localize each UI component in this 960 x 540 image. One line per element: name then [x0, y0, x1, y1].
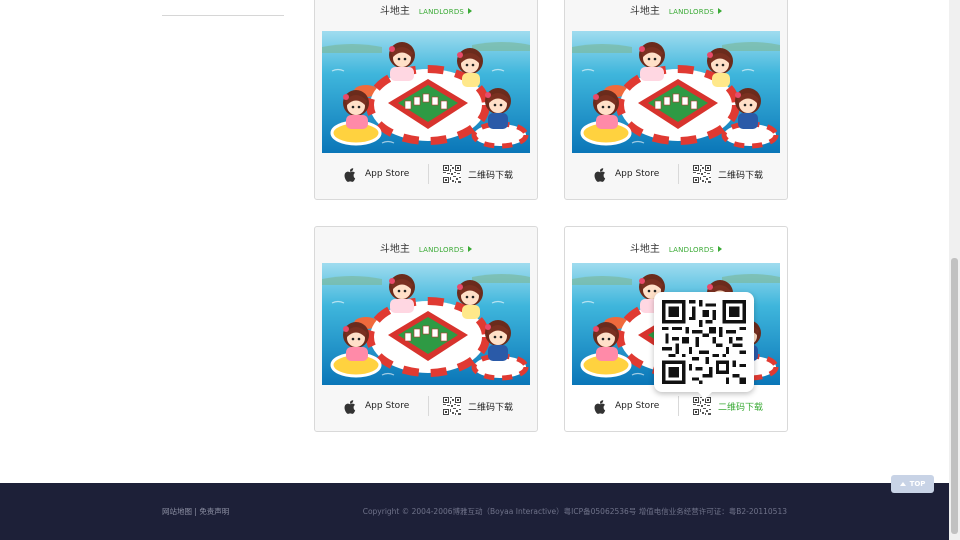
game-artwork-image	[322, 31, 530, 153]
game-card: 斗地主 LANDLORDS App Store 二维码下载	[314, 226, 538, 432]
page: 斗地主 LANDLORDS App Store 二维码下载 斗地主 LANDLORD…	[0, 0, 960, 540]
scrollbar-thumb[interactable]	[951, 258, 958, 534]
apple-icon	[344, 168, 356, 182]
qr-download-label: 二维码下载	[718, 402, 764, 413]
appstore-button[interactable]: App Store	[593, 395, 659, 417]
qr-download-button[interactable]: 二维码下载	[443, 163, 513, 185]
appstore-label: App Store	[365, 169, 410, 179]
appstore-label: App Store	[615, 401, 660, 411]
game-artwork[interactable]	[572, 31, 780, 153]
footer: 网站地图 | 免责声明 Copyright © 2004-2006博雅互动（Bo…	[0, 483, 949, 540]
appstore-button[interactable]: App Store	[593, 163, 659, 185]
arrow-right-icon	[468, 8, 473, 14]
sidebar-divider	[162, 15, 284, 16]
game-artwork-image	[322, 263, 530, 385]
divider	[428, 396, 429, 416]
apple-icon	[594, 168, 606, 182]
game-artwork-image	[572, 31, 780, 153]
appstore-button[interactable]: App Store	[343, 395, 409, 417]
game-artwork[interactable]	[322, 263, 530, 385]
qr-download-label: 二维码下载	[718, 170, 764, 181]
game-title-link[interactable]: 斗地主 LANDLORDS	[565, 2, 787, 17]
appstore-label: App Store	[365, 401, 410, 411]
footer-links: 网站地图 | 免责声明	[162, 506, 229, 517]
qr-download-button[interactable]: 二维码下载	[693, 163, 763, 185]
copyright-text: Copyright © 2004-2006博雅互动（Boyaa Interact…	[362, 507, 787, 516]
arrow-right-icon	[468, 246, 473, 252]
game-title-en: LANDLORDS	[668, 8, 715, 16]
qr-download-label: 二维码下载	[468, 402, 514, 413]
sitemap-link[interactable]: 网站地图	[162, 507, 192, 516]
game-card: 斗地主 LANDLORDS App Store 二维码下载	[564, 0, 788, 200]
game-title-link[interactable]: 斗地主 LANDLORDS	[315, 240, 537, 255]
vertical-scrollbar[interactable]	[949, 0, 960, 540]
footer-link-divider: |	[194, 507, 197, 516]
apple-icon	[594, 400, 606, 414]
appstore-label: App Store	[615, 169, 660, 179]
arrow-right-icon	[718, 246, 723, 252]
game-card: 斗地主 LANDLORDS App Store 二维码下载	[564, 226, 788, 432]
apple-icon	[344, 400, 356, 414]
game-artwork[interactable]	[322, 31, 530, 153]
qr-download-label: 二维码下载	[468, 170, 514, 181]
disclaimer-link[interactable]: 免责声明	[199, 507, 229, 516]
divider	[428, 164, 429, 184]
game-card: 斗地主 LANDLORDS App Store 二维码下载	[314, 0, 538, 200]
arrow-right-icon	[718, 8, 723, 14]
game-title: 斗地主	[379, 6, 410, 17]
qr-code-popup	[654, 292, 754, 399]
game-title: 斗地主	[629, 6, 660, 17]
qr-download-button[interactable]: 二维码下载	[443, 395, 513, 417]
game-title: 斗地主	[379, 244, 410, 255]
divider	[678, 396, 679, 416]
qr-code-icon	[443, 397, 461, 415]
game-title: 斗地主	[629, 244, 660, 255]
qr-code-icon	[693, 165, 711, 183]
game-title-en: LANDLORDS	[418, 8, 465, 16]
game-title-link[interactable]: 斗地主 LANDLORDS	[315, 2, 537, 17]
divider	[678, 164, 679, 184]
qr-code-icon	[693, 397, 711, 415]
game-title-link[interactable]: 斗地主 LANDLORDS	[565, 240, 787, 255]
qr-code-icon	[443, 165, 461, 183]
game-title-en: LANDLORDS	[668, 246, 715, 254]
arrow-up-icon	[899, 482, 906, 486]
game-title-en: LANDLORDS	[418, 246, 465, 254]
appstore-button[interactable]: App Store	[343, 163, 409, 185]
qr-code-image	[662, 300, 746, 384]
back-to-top-button[interactable]: TOP	[891, 475, 934, 493]
back-to-top-label: TOP	[909, 480, 926, 488]
